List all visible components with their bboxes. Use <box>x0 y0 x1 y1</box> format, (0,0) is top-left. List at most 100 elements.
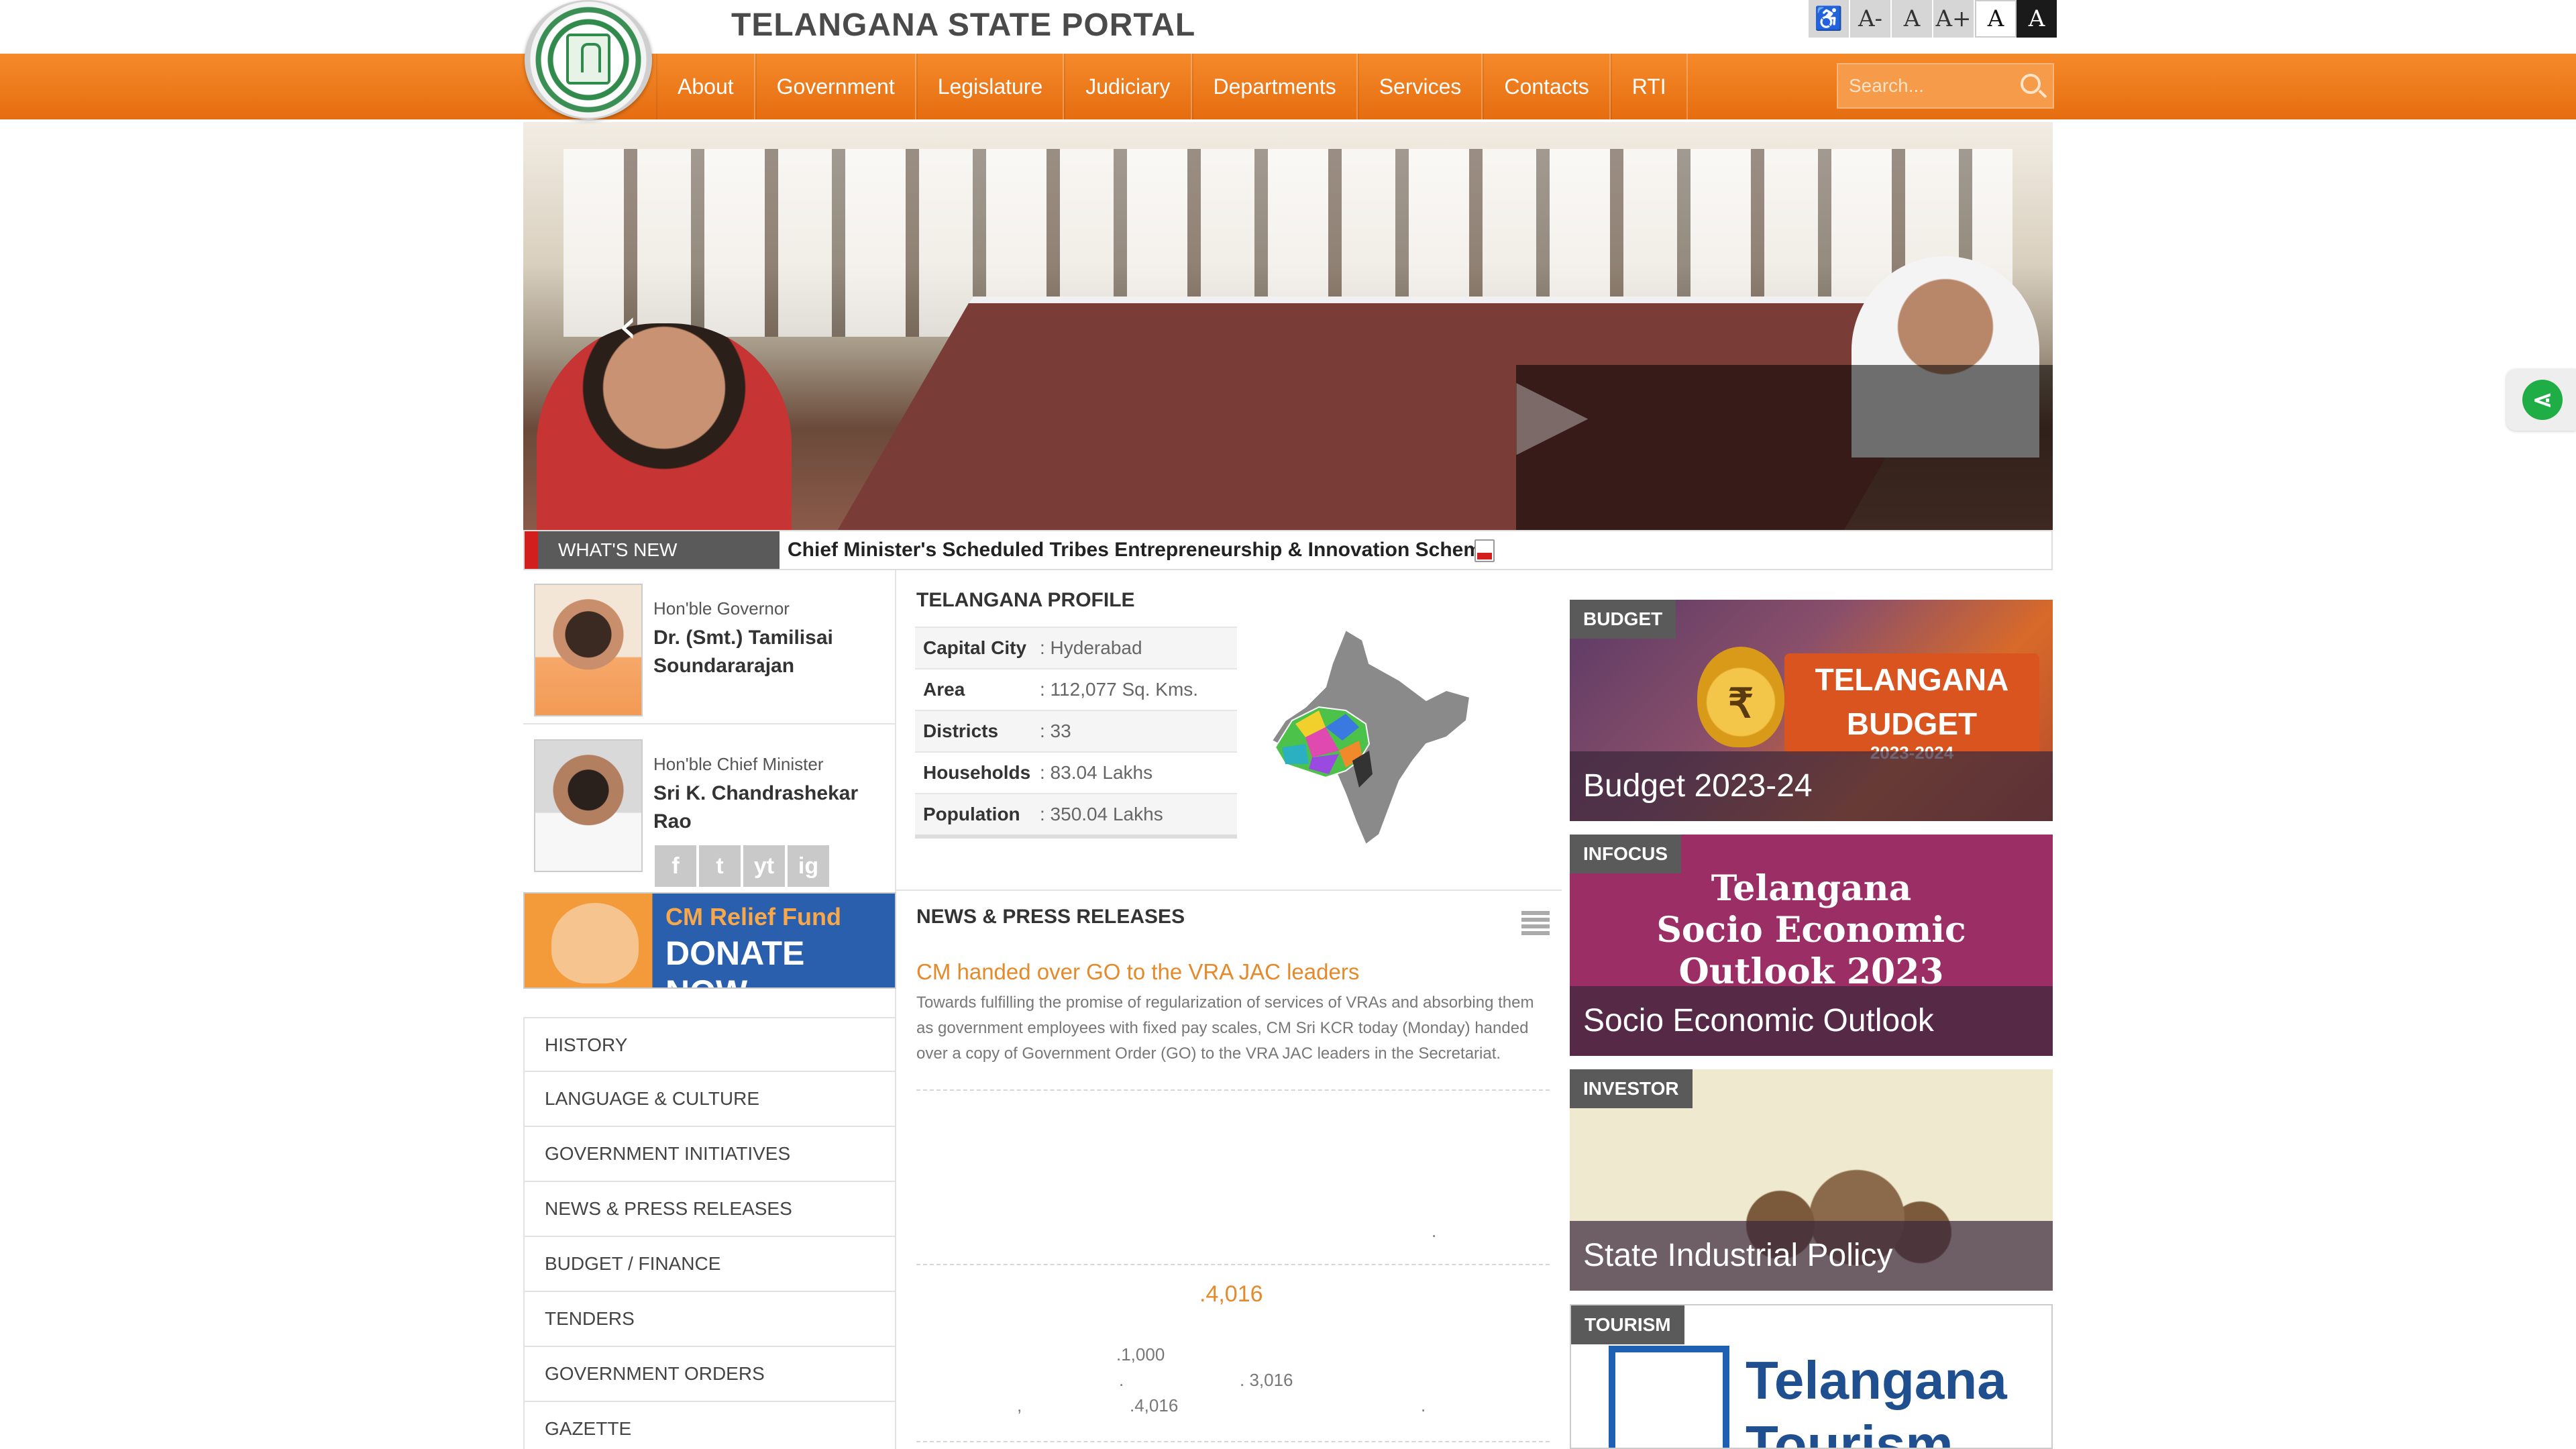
menu-item-language-culture[interactable]: LANGUAGE & CULTURE <box>523 1072 896 1127</box>
menu-item-history[interactable]: HISTORY <box>523 1017 896 1072</box>
main-nav-bar: About Government Legislature Judiciary D… <box>0 54 2576 119</box>
menu-item-government-initiatives[interactable]: GOVERNMENT INITIATIVES <box>523 1127 896 1182</box>
india-map[interactable] <box>1245 627 1473 848</box>
nav-government[interactable]: Government <box>755 54 916 119</box>
menu-item-news-press[interactable]: NEWS & PRESS RELEASES <box>523 1182 896 1237</box>
news-section-title: NEWS & PRESS RELEASES <box>916 906 1185 928</box>
menu-item-budget-finance[interactable]: BUDGET / FINANCE <box>523 1237 896 1292</box>
search-icon[interactable] <box>2021 74 2041 94</box>
news-divider <box>916 1264 1550 1265</box>
tourism-logo <box>1609 1346 1729 1448</box>
profile-value: : 350.04 Lakhs <box>1040 804 1163 824</box>
left-column: Hon'ble Governor Dr. (Smt.) Tamilisai So… <box>523 570 896 1449</box>
table-row: Capital City : Hyderabad <box>915 627 1237 668</box>
budget-banner: TELANGANA BUDGET 2023-2024 <box>1784 653 2039 763</box>
ticker-headline[interactable]: Chief Minister's Scheduled Tribes Entrep… <box>788 531 1493 569</box>
news-fragment: . <box>1421 1395 1426 1415</box>
search-input[interactable] <box>1838 66 2012 106</box>
chief-minister-role: Hon'ble Chief Minister <box>653 754 824 774</box>
share-widget[interactable]: ⋖ <box>2506 369 2576 431</box>
site-title[interactable]: TELANGANA STATE PORTAL <box>731 7 1195 44</box>
youtube-icon[interactable]: yt <box>743 845 785 887</box>
ticker-marker <box>525 531 538 569</box>
decrease-font-button[interactable]: A- <box>1850 0 1892 38</box>
profile-value: : Hyderabad <box>1040 637 1142 658</box>
increase-font-button[interactable]: A+ <box>1933 0 1975 38</box>
governor-name[interactable]: Dr. (Smt.) Tamilisai Soundararajan <box>653 624 888 680</box>
table-row: Area: 112,077 Sq. Kms. <box>915 668 1237 710</box>
news-fragment: . <box>1119 1370 1124 1390</box>
district-shape <box>1282 744 1309 764</box>
profile-title: TELANGANA PROFILE <box>916 589 1135 611</box>
infocus-card[interactable]: INFOCUS Telangana Socio Economic Outlook… <box>1570 835 2053 1056</box>
twitter-icon[interactable]: t <box>699 845 741 887</box>
whats-new-ticker: WHAT'S NEW Chief Minister's Scheduled Tr… <box>523 530 2053 570</box>
table-row: Population: 350.04 Lakhs <box>915 793 1237 835</box>
news-headline[interactable]: CM handed over GO to the VRA JAC leaders <box>916 959 1359 985</box>
rupee-icon: ₹ <box>1697 647 1784 747</box>
slider-play-icon[interactable]: ▶ <box>1516 365 1610 459</box>
tourism-logo-text: Telangana Tourism <box>1746 1348 2007 1449</box>
governor-role: Hon'ble Governor <box>653 598 790 619</box>
news-fragment: . <box>1432 1221 1437 1241</box>
nav-about[interactable]: About <box>656 54 755 119</box>
budget-card[interactable]: BUDGET ₹ TELANGANA BUDGET 2023-2024 Budg… <box>1570 600 2053 821</box>
profile-value: : 33 <box>1040 720 1071 741</box>
slider-image-figure <box>537 323 792 530</box>
table-row: Households: 83.04 Lakhs <box>915 751 1237 793</box>
news-fragment: .1,000 <box>1116 1344 1165 1364</box>
governor-card: Hon'ble Governor Dr. (Smt.) Tamilisai So… <box>523 570 896 724</box>
nav-contacts[interactable]: Contacts <box>1483 54 1611 119</box>
facebook-icon[interactable]: f <box>655 845 696 887</box>
table-row: Districts : 33 <box>915 710 1237 751</box>
tourism-line: Tourism <box>1746 1415 1953 1449</box>
social-links: f t yt ig <box>655 845 832 887</box>
investor-caption[interactable]: State Industrial Policy <box>1570 1221 2053 1291</box>
normal-font-button[interactable]: A <box>1892 0 1933 38</box>
news-divider <box>916 1441 1550 1442</box>
tourism-tag: TOURISM <box>1571 1305 1684 1344</box>
dark-contrast-button[interactable]: A <box>2017 0 2058 38</box>
nav-judiciary[interactable]: Judiciary <box>1064 54 1192 119</box>
accessibility-icon[interactable]: ♿ <box>1809 0 1850 38</box>
governor-photo[interactable] <box>534 584 643 716</box>
menu-item-gazette[interactable]: GAZETTE <box>523 1402 896 1449</box>
list-view-icon[interactable] <box>1521 911 1550 935</box>
profile-key: Districts <box>923 720 999 741</box>
profile-key: Capital City <box>923 637 1027 658</box>
state-emblem-logo[interactable] <box>525 0 652 119</box>
chief-minister-photo[interactable] <box>534 739 643 872</box>
menu-item-government-orders[interactable]: GOVERNMENT ORDERS <box>523 1347 896 1402</box>
infocus-line: Socio Economic <box>1656 910 1966 951</box>
relief-fund-title: CM Relief Fund <box>665 903 841 930</box>
tourism-card[interactable]: TOURISM Telangana Tourism <box>1570 1304 2053 1449</box>
investor-card[interactable]: INVESTOR State Industrial Policy <box>1570 1069 2053 1291</box>
cm-relief-fund-banner[interactable]: CM Relief Fund DONATE NOW <box>523 892 896 989</box>
news-fragment[interactable]: .4,016 <box>1199 1281 1263 1307</box>
left-menu: HISTORY LANGUAGE & CULTURE GOVERNMENT IN… <box>523 1017 896 1449</box>
instagram-icon[interactable]: ig <box>788 845 829 887</box>
news-fragment: . 3,016 <box>1240 1370 1293 1390</box>
budget-caption[interactable]: Budget 2023-24 <box>1570 751 2053 821</box>
slider-prev-icon[interactable]: ‹ <box>619 299 645 353</box>
nav-legislature[interactable]: Legislature <box>916 54 1065 119</box>
light-contrast-button[interactable]: A <box>1975 0 2017 38</box>
news-summary: Towards fulfilling the promise of regula… <box>916 994 1534 1063</box>
share-icon[interactable]: ⋖ <box>2522 380 2563 420</box>
hero-slider[interactable]: ‹ ▶ <box>523 122 2053 530</box>
section-divider <box>896 890 1562 891</box>
emblem-icon <box>566 34 610 85</box>
news-divider <box>916 1089 1550 1091</box>
chief-minister-name[interactable]: Sri K. Chandrashekar Rao <box>653 780 888 836</box>
top-header: TELANGANA STATE PORTAL ♿ A- A A+ A A <box>0 0 2576 54</box>
news-fragment: .4,016 <box>1130 1395 1179 1415</box>
nav-services[interactable]: Services <box>1357 54 1483 119</box>
menu-item-tenders[interactable]: TENDERS <box>523 1292 896 1347</box>
nav-rti[interactable]: RTI <box>1610 54 1688 119</box>
pdf-icon[interactable] <box>1474 539 1495 562</box>
investor-tag: INVESTOR <box>1570 1069 1693 1108</box>
main-nav: About Government Legislature Judiciary D… <box>656 54 1688 119</box>
infocus-caption[interactable]: Socio Economic Outlook <box>1570 986 2053 1056</box>
nav-departments[interactable]: Departments <box>1191 54 1358 119</box>
budget-tag: BUDGET <box>1570 600 1676 639</box>
